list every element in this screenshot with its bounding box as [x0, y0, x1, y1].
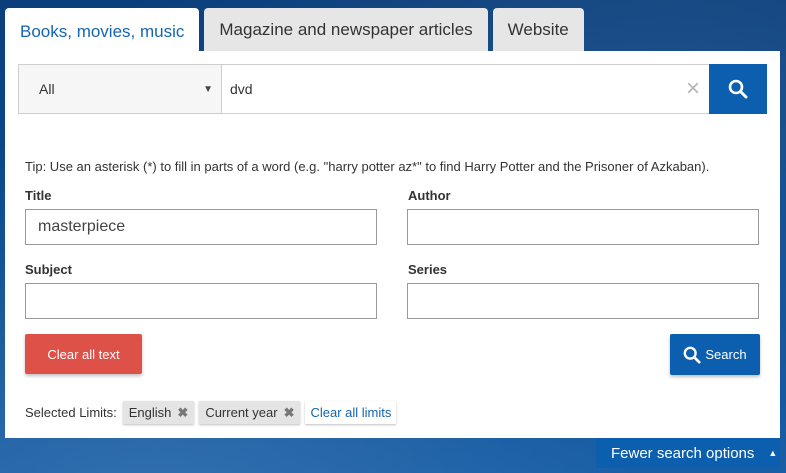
search-tip: Tip: Use an asterisk (*) to fill in part…	[25, 159, 710, 174]
search-tabs: Books, movies, music Magazine and newspa…	[5, 8, 584, 55]
limit-chip-english[interactable]: English ✖	[122, 401, 195, 424]
series-field[interactable]	[407, 283, 759, 319]
fewer-search-options-label: Fewer search options	[611, 444, 755, 462]
chevron-up-icon: ▲	[768, 448, 778, 458]
author-field[interactable]	[407, 209, 759, 245]
selected-limits-label: Selected Limits:	[25, 405, 117, 420]
tab-website[interactable]: Website	[492, 8, 584, 52]
fewer-search-options-button[interactable]: Fewer search options ▲	[596, 438, 780, 468]
search-button[interactable]: Search	[670, 334, 760, 375]
chevron-down-icon: ▼	[203, 83, 213, 95]
limit-chip-label: English	[128, 405, 172, 420]
search-button-label: Search	[705, 347, 747, 362]
scope-selected-value: All	[39, 81, 55, 97]
clear-all-text-button[interactable]: Clear all text	[25, 334, 142, 374]
search-query-text: dvd	[230, 81, 253, 97]
subject-field[interactable]	[25, 283, 377, 319]
tab-books-movies-music[interactable]: Books, movies, music	[5, 8, 200, 55]
search-bar: All ▼ dvd ×	[18, 64, 767, 114]
subject-label: Subject	[25, 262, 72, 277]
search-input[interactable]: dvd ×	[222, 65, 709, 113]
tab-magazine-articles[interactable]: Magazine and newspaper articles	[204, 8, 488, 52]
remove-icon[interactable]: ✖	[284, 405, 295, 421]
title-label: Title	[25, 188, 52, 203]
search-submit-button[interactable]	[709, 64, 767, 114]
author-label: Author	[408, 188, 451, 203]
search-icon	[684, 346, 701, 364]
title-field-value: masterpiece	[38, 218, 126, 235]
selected-limits: Selected Limits: English ✖ Current year …	[25, 401, 397, 424]
clear-query-icon[interactable]: ×	[683, 77, 703, 101]
scope-select[interactable]: All ▼	[19, 65, 222, 113]
search-panel: All ▼ dvd × Tip: Use an asterisk (*) to …	[5, 51, 780, 438]
search-icon	[728, 79, 748, 99]
title-field[interactable]: masterpiece	[25, 209, 377, 245]
clear-all-limits-link[interactable]: Clear all limits	[305, 401, 397, 424]
limit-chip-label: Current year	[205, 405, 278, 420]
series-label: Series	[408, 262, 448, 277]
limit-chip-current-year[interactable]: Current year ✖	[199, 401, 301, 424]
remove-icon[interactable]: ✖	[177, 405, 188, 421]
